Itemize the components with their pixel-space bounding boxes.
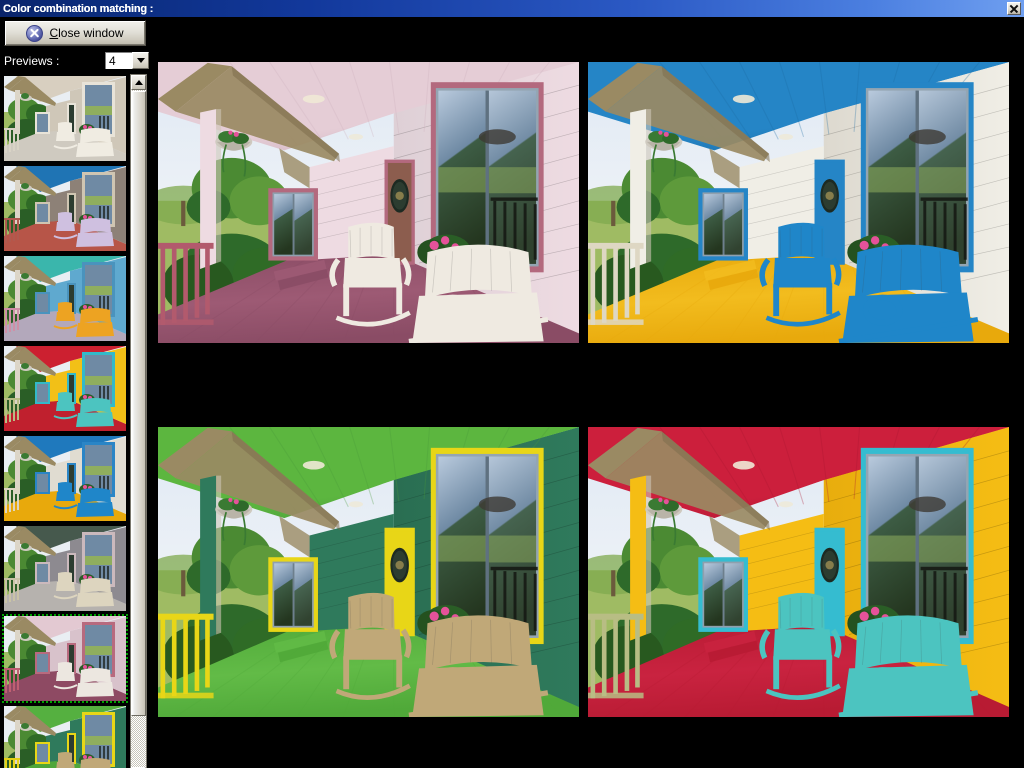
thumbnail-scene — [4, 166, 126, 251]
window-title: Color combination matching : — [3, 2, 154, 15]
thumbnail-item[interactable] — [2, 614, 128, 703]
chevron-down-glyph — [136, 58, 145, 63]
porch-scene — [588, 427, 1009, 717]
porch-scene — [588, 62, 1009, 343]
thumbnail-image — [4, 76, 126, 161]
sidebar-panel: Close window Previews : 4 — [0, 17, 150, 768]
preview-green-yellow — [158, 427, 579, 717]
thumbnail-scene — [4, 706, 126, 768]
preview-image-2[interactable] — [588, 62, 1009, 343]
thumbnail-item[interactable] — [2, 164, 128, 253]
scroll-up-arrow-icon[interactable] — [131, 75, 146, 90]
thumbnail-item[interactable] — [2, 434, 128, 523]
porch-scene — [158, 62, 579, 343]
thumbnail-image — [4, 436, 126, 521]
thumbnail-scene — [4, 346, 126, 431]
thumbnail-item[interactable] — [2, 524, 128, 613]
porch-scene — [158, 427, 579, 717]
application-window: Color combination matching : Close windo… — [0, 0, 1024, 768]
previews-count-dropdown[interactable]: 4 — [104, 51, 150, 70]
thumbnail-image — [4, 346, 126, 431]
thumbnail-item[interactable] — [2, 344, 128, 433]
thumbnail-scene — [4, 76, 126, 161]
preview-pink-mauve — [158, 62, 579, 343]
thumbnail-scene — [4, 436, 126, 521]
previews-control-row: Previews : 4 — [4, 50, 150, 72]
close-icon[interactable] — [1007, 2, 1021, 15]
thumbnail-scrollbar[interactable] — [130, 74, 147, 768]
preview-red-yellow-turquoise — [588, 427, 1009, 717]
thumbnail-scene — [4, 256, 126, 341]
thumbnail-image — [4, 616, 126, 701]
preview-thumbnail-list[interactable] — [2, 74, 128, 768]
thumbnail-image — [4, 256, 126, 341]
scroll-up-glyph — [134, 80, 143, 85]
thumbnail-image — [4, 166, 126, 251]
thumbnail-item[interactable] — [2, 74, 128, 163]
preview-image-4[interactable] — [588, 427, 1009, 717]
thumbnail-scene — [4, 526, 126, 611]
preview-image-1[interactable] — [158, 62, 579, 343]
preview-blue-yellow — [588, 62, 1009, 343]
scrollbar-thumb[interactable] — [131, 91, 146, 716]
previews-count-value: 4 — [109, 53, 116, 68]
chevron-down-icon[interactable] — [132, 52, 149, 69]
close-window-button[interactable]: Close window — [4, 20, 146, 46]
previews-label: Previews : — [4, 54, 60, 68]
title-bar: Color combination matching : — [0, 0, 1024, 17]
preview-image-3[interactable] — [158, 427, 579, 717]
thumbnail-image — [4, 526, 126, 611]
preview-grid — [150, 17, 1024, 768]
thumbnail-item[interactable] — [2, 704, 128, 768]
close-window-label: Close window — [49, 26, 124, 40]
thumbnail-item[interactable] — [2, 254, 128, 343]
thumbnail-image — [4, 706, 126, 768]
thumbnail-scene — [4, 616, 126, 701]
close-circle-x-icon — [26, 24, 44, 42]
